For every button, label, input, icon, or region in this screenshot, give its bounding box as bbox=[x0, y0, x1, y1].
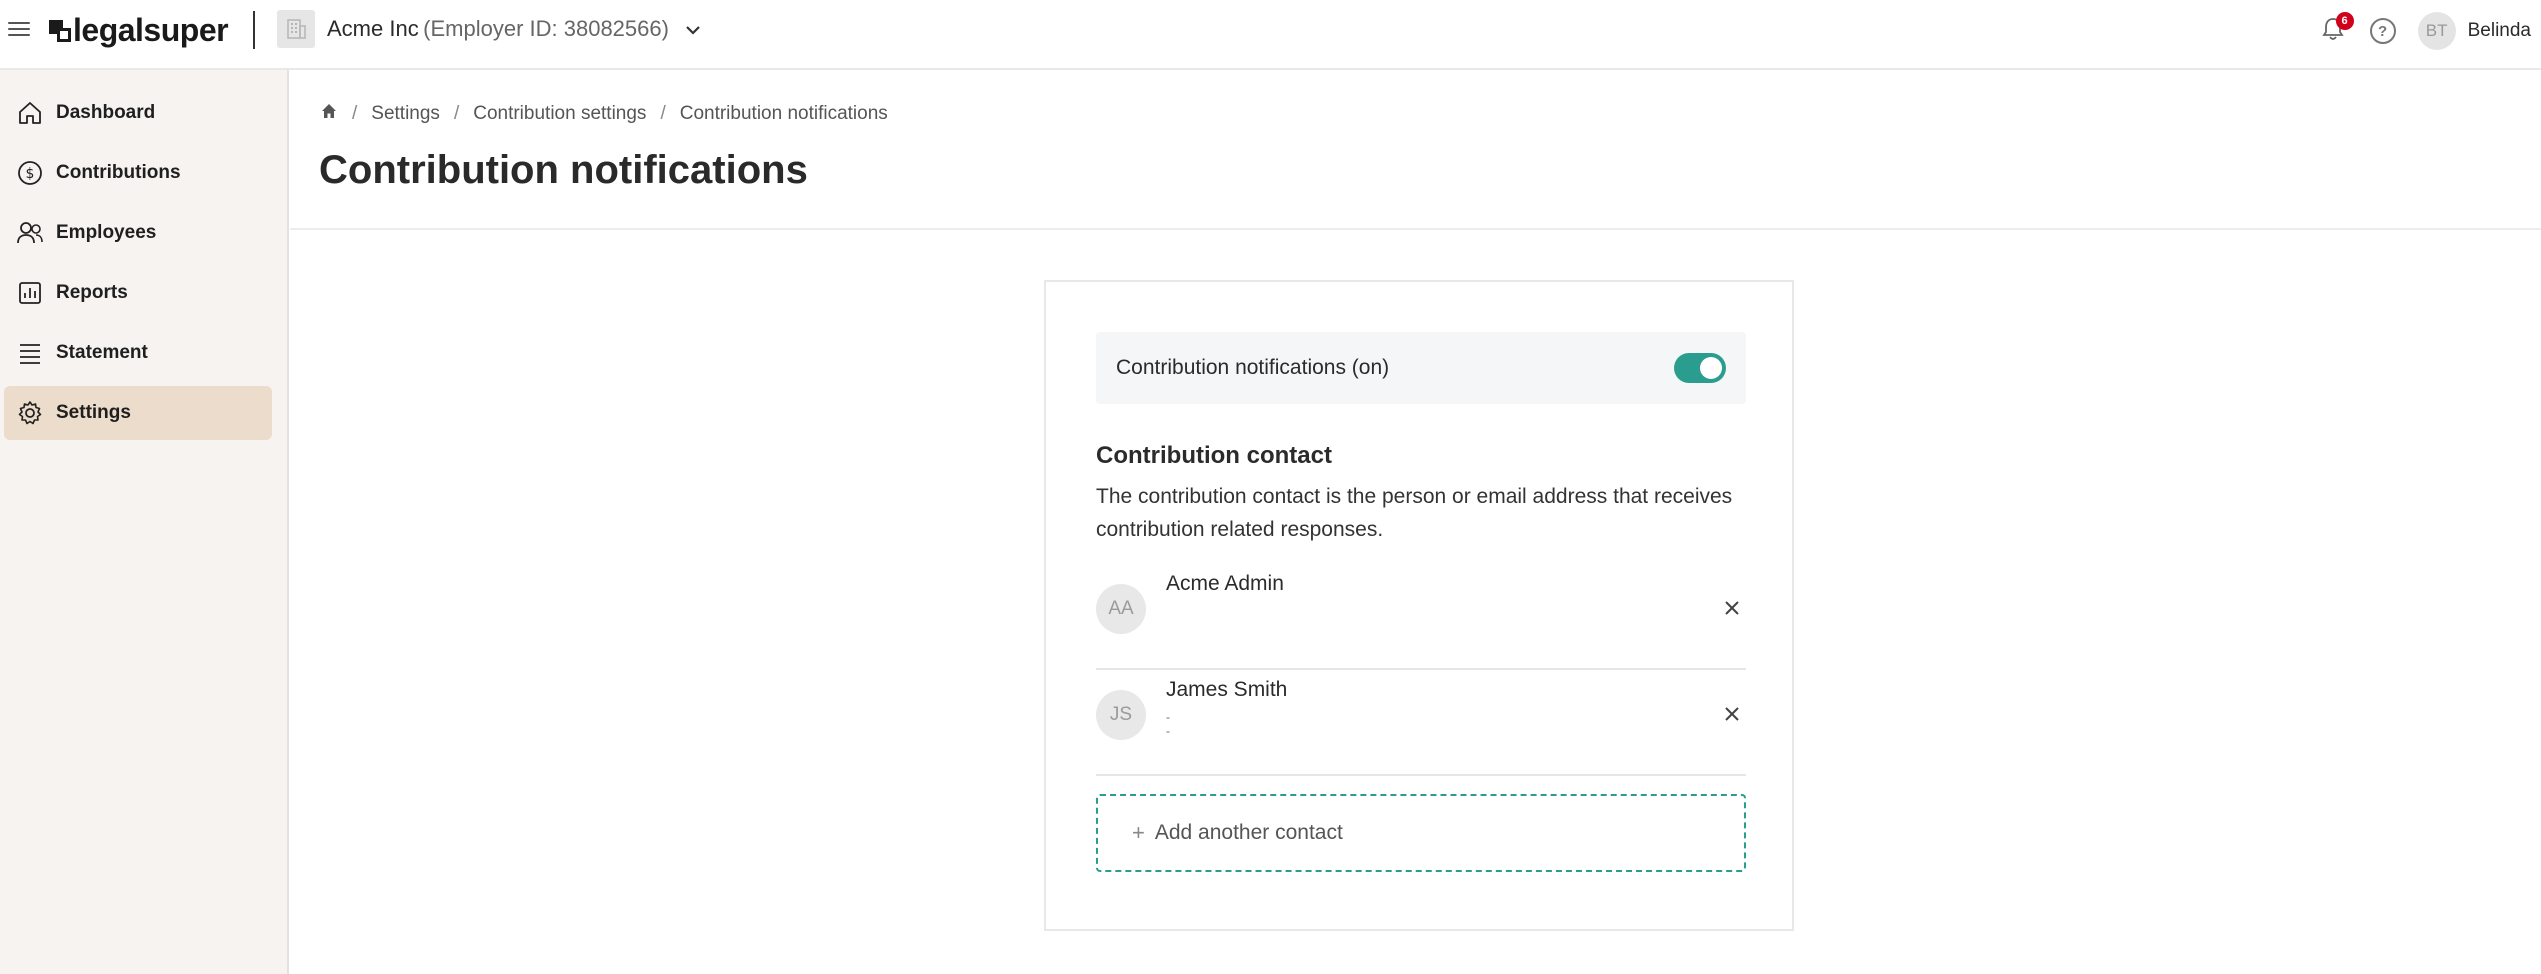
top-right-actions: 6 ? BT Belinda bbox=[2318, 12, 2531, 50]
sidebar-item-employees[interactable]: Employees bbox=[4, 206, 272, 260]
breadcrumb-separator: / bbox=[660, 103, 666, 124]
toggle-knob bbox=[1700, 357, 1722, 379]
help-icon[interactable]: ? bbox=[2369, 18, 2396, 44]
gear-icon bbox=[16, 399, 44, 427]
plus-icon: + bbox=[1132, 820, 1145, 845]
sidebar-item-label: Employees bbox=[56, 222, 157, 243]
avatar: BT bbox=[2417, 12, 2456, 50]
contact-detail-line-2: - bbox=[1166, 724, 1170, 738]
add-contact-button[interactable]: + Add another contact bbox=[1096, 794, 1746, 872]
logo-text: legalsuper bbox=[73, 12, 229, 48]
notifications-toggle-row: Contribution notifications (on) bbox=[1096, 332, 1746, 404]
sidebar-item-statement[interactable]: Statement bbox=[4, 326, 272, 380]
section-title: Contribution contact bbox=[1096, 442, 1332, 469]
contact-detail: - - bbox=[1166, 710, 1170, 738]
contact-detail-line-1: - bbox=[1166, 710, 1170, 724]
toggle-label: Contribution notifications (on) bbox=[1116, 356, 1390, 379]
sidebar-item-label: Dashboard bbox=[56, 102, 156, 123]
add-contact-label: Add another contact bbox=[1154, 821, 1343, 844]
user-name: Belinda bbox=[2467, 20, 2531, 41]
logo[interactable]: legalsuper bbox=[49, 12, 229, 49]
sidebar-item-contributions[interactable]: $ Contributions bbox=[4, 146, 272, 200]
breadcrumb: / Settings / Contribution settings / Con… bbox=[320, 102, 888, 126]
notifications-button[interactable]: 6 bbox=[2318, 12, 2354, 48]
breadcrumb-settings[interactable]: Settings bbox=[371, 103, 440, 125]
section-description: The contribution contact is the person o… bbox=[1096, 485, 1733, 541]
header-divider bbox=[253, 11, 255, 49]
top-bar: legalsuper Acme Inc (Employer ID: 380825… bbox=[0, 0, 2541, 70]
user-menu[interactable]: BT Belinda bbox=[2417, 12, 2531, 50]
sidebar-item-dashboard[interactable]: Dashboard bbox=[4, 86, 272, 140]
avatar: JS bbox=[1096, 690, 1146, 740]
page-title: Contribution notifications bbox=[319, 148, 808, 192]
notification-count-badge: 6 bbox=[2335, 12, 2354, 30]
dollar-circle-icon: $ bbox=[16, 159, 44, 187]
home-icon bbox=[16, 99, 44, 127]
avatar: AA bbox=[1096, 584, 1146, 634]
breadcrumb-current: Contribution notifications bbox=[679, 103, 888, 124]
employer-name: Acme Inc bbox=[327, 16, 419, 41]
sidebar-item-label: Contributions bbox=[56, 162, 181, 183]
bar-chart-icon bbox=[16, 279, 44, 307]
sidebar-item-settings[interactable]: Settings bbox=[4, 386, 272, 440]
breadcrumb-contribution-settings[interactable]: Contribution settings bbox=[473, 103, 646, 125]
chevron-down-icon bbox=[685, 19, 701, 40]
sidebar: Dashboard $ Contributions Employees Repo… bbox=[0, 70, 289, 974]
sidebar-item-label: Reports bbox=[56, 282, 128, 303]
svg-text:$: $ bbox=[26, 166, 35, 182]
sidebar-item-reports[interactable]: Reports bbox=[4, 266, 272, 320]
sidebar-item-label: Statement bbox=[56, 342, 148, 363]
contact-item: AA Acme Admin bbox=[1096, 564, 1746, 670]
people-icon bbox=[16, 219, 44, 247]
home-icon[interactable] bbox=[320, 102, 338, 126]
employer-id: (Employer ID: 38082566) bbox=[423, 16, 669, 41]
menu-icon[interactable] bbox=[8, 20, 30, 38]
close-icon[interactable] bbox=[1718, 700, 1746, 728]
notifications-card: Contribution notifications (on) Contribu… bbox=[1044, 280, 1794, 931]
close-icon[interactable] bbox=[1718, 594, 1746, 622]
contact-item: JS James Smith - - bbox=[1096, 670, 1746, 776]
contact-name: James Smith bbox=[1166, 678, 1288, 701]
page-header: / Settings / Contribution settings / Con… bbox=[290, 70, 2541, 230]
list-icon bbox=[16, 339, 44, 367]
breadcrumb-separator: / bbox=[453, 103, 460, 124]
contact-name: Acme Admin bbox=[1166, 572, 1284, 595]
building-icon bbox=[277, 10, 315, 48]
notifications-toggle[interactable] bbox=[1674, 353, 1726, 383]
breadcrumb-separator: / bbox=[352, 103, 358, 124]
logo-mark-icon bbox=[49, 19, 71, 42]
sidebar-item-label: Settings bbox=[56, 402, 131, 423]
employer-switcher[interactable]: Acme Inc (Employer ID: 38082566) bbox=[277, 10, 701, 48]
